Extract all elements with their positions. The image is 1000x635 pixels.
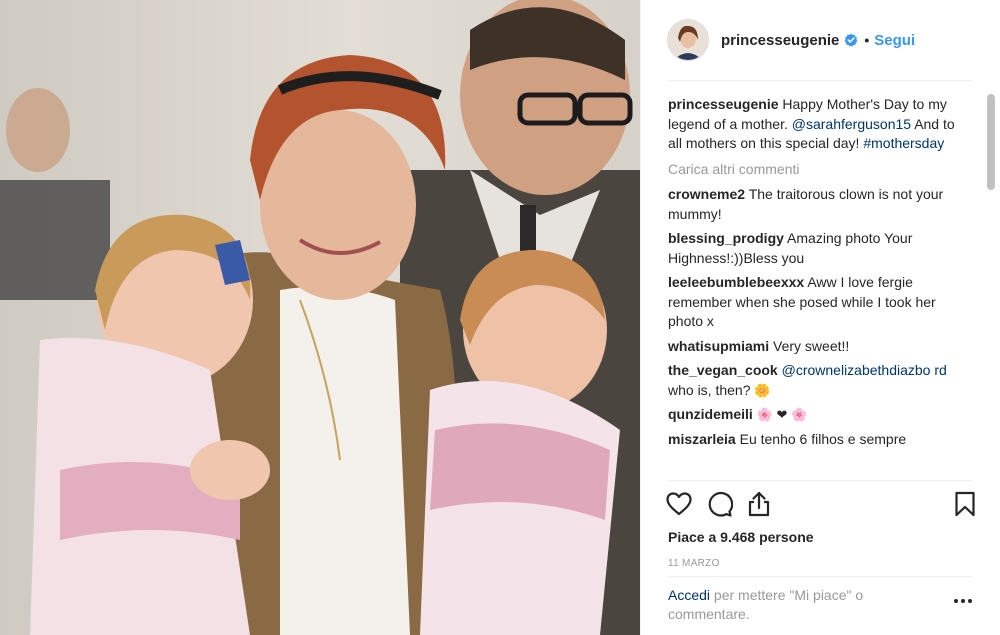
caption-mention-link[interactable]: @sarahferguson15	[792, 116, 911, 132]
comment-username[interactable]: miszarleia	[668, 431, 736, 447]
caption: princesseugenie Happy Mother's Day to my…	[668, 95, 968, 154]
comment-item: leeleebumblebeexxx Aww I love fergie rem…	[668, 273, 968, 332]
caption-username[interactable]: princesseugenie	[668, 96, 779, 112]
comment-text: Eu tenho 6 filhos e sempre	[739, 430, 907, 447]
comment-username[interactable]: blessing_prodigy	[668, 230, 784, 246]
comments-scrollbar[interactable]	[985, 88, 997, 480]
heart-icon[interactable]	[665, 490, 693, 518]
login-prompt: Accedi per mettere "Mi piace" o commenta…	[668, 586, 918, 624]
comment-text: Very sweet!!	[773, 337, 850, 354]
comment-mention-link[interactable]: @crownelizabethdiazbo rd	[782, 362, 947, 378]
comment-text: who is, then?	[668, 381, 751, 398]
comment-username[interactable]: the_vegan_cook	[668, 362, 778, 378]
verified-badge-icon	[844, 33, 858, 47]
actions-divider	[667, 480, 972, 481]
load-more-comments-button[interactable]: Carica altri commenti	[668, 160, 968, 180]
follow-button[interactable]: Segui	[874, 32, 915, 49]
login-link[interactable]: Accedi	[668, 587, 710, 603]
bookmark-icon[interactable]	[951, 490, 979, 518]
comment-item: whatisupmiami Very sweet!!	[668, 337, 968, 357]
caption-hashtag-link[interactable]: #mothersday	[863, 135, 944, 151]
post-sidebar: princesseugenie • Segui princesseugenie …	[640, 0, 1000, 635]
comment-item: crowneme2 The traitorous clown is not yo…	[668, 185, 968, 224]
comment-item: the_vegan_cook @crownelizabethdiazbo rd …	[668, 361, 968, 400]
post-date: 11 MARZO	[668, 558, 720, 569]
header-divider	[667, 80, 972, 81]
post-header: princesseugenie • Segui	[641, 0, 1000, 80]
login-divider	[667, 576, 972, 577]
more-options-icon[interactable]	[951, 593, 975, 609]
comment-item: miszarleia Eu tenho 6 filhos e sempre	[668, 430, 968, 450]
comment-username[interactable]: leeleebumblebeexxx	[668, 274, 804, 290]
header-separator-dot: •	[864, 32, 870, 48]
comment-item: blessing_prodigy Amazing photo Your High…	[668, 229, 968, 268]
comment-item: qunzidemeili 🌸 ❤ 🌸	[668, 405, 968, 425]
scrollbar-thumb[interactable]	[987, 94, 995, 190]
flower-emoji: 🌼	[754, 382, 771, 398]
post-photo	[0, 0, 640, 635]
comments-list[interactable]: princesseugenie Happy Mother's Day to my…	[668, 95, 968, 480]
comment-bubble-icon[interactable]	[705, 490, 734, 518]
header-username[interactable]: princesseugenie	[721, 32, 839, 49]
avatar[interactable]	[667, 19, 709, 61]
likes-count[interactable]: Piace a 9.468 persone	[668, 529, 814, 545]
comment-username[interactable]: qunzidemeili	[668, 406, 753, 422]
action-bar	[665, 490, 983, 520]
share-icon[interactable]	[745, 490, 773, 518]
comment-username[interactable]: crowneme2	[668, 186, 745, 202]
comment-username[interactable]: whatisupmiami	[668, 338, 769, 354]
comment-text: 🌸 ❤ 🌸	[756, 407, 808, 422]
